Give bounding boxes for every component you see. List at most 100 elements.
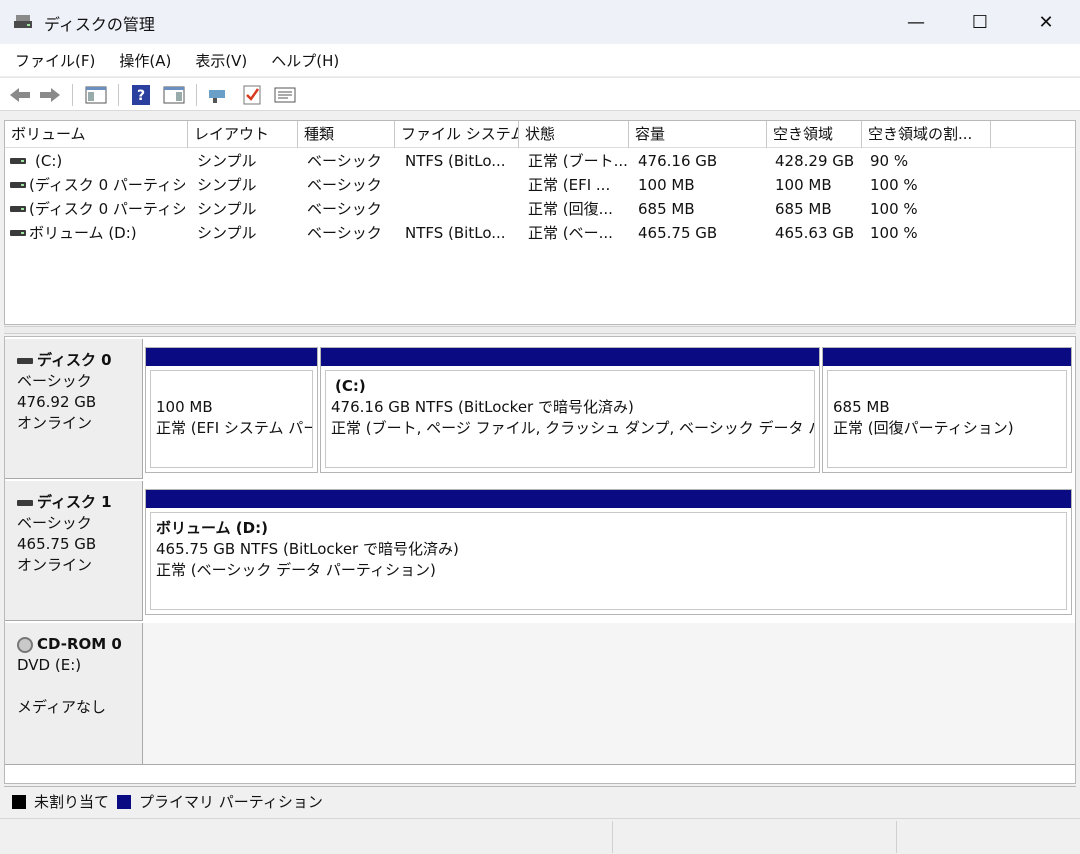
partition-title: (C:) (335, 377, 366, 395)
properties-icon[interactable] (273, 84, 297, 106)
pane-splitter[interactable] (4, 326, 1076, 334)
partition-c[interactable]: (C:) 476.16 GB NTFS (BitLocker で暗号化済み) 正… (320, 347, 820, 473)
volume-row-recovery[interactable]: (ディスク 0 パーティシ... シンプル ベーシック 正常 (回復... 68… (5, 197, 1075, 221)
show-action-pane-icon[interactable] (162, 84, 186, 106)
connect-icon[interactable] (206, 84, 230, 106)
volume-row-d[interactable]: ボリューム (D:) シンプル ベーシック NTFS (BitLo... 正常 … (5, 221, 1075, 245)
window-title: ディスクの管理 (44, 15, 155, 34)
column-status[interactable]: 状態 (519, 121, 629, 148)
partition-size: 465.75 GB NTFS (BitLocker で暗号化済み) (156, 540, 459, 558)
cdrom-0-row: CD-ROM 0 DVD (E:) メディアなし (5, 623, 1075, 765)
cell-free-percent: 100 % (870, 176, 918, 194)
disk-1-name: ディスク 1 (37, 493, 112, 511)
volume-icon (10, 182, 26, 188)
disk-1-label[interactable]: ディスク 1 ベーシック 465.75 GB オンライン (5, 481, 143, 621)
toolbar-separator (196, 84, 197, 106)
volume-icon (10, 230, 26, 236)
partition-header-primary (823, 348, 1071, 366)
partition-header-primary (146, 348, 317, 366)
volume-list[interactable]: ボリューム レイアウト 種類 ファイル システム 状態 容量 空き領域 空き領域… (4, 120, 1076, 325)
partition-header-primary (321, 348, 819, 366)
svg-text:?: ? (137, 88, 145, 104)
cell-volume: (ディスク 0 パーティシ... (29, 176, 185, 194)
cdrom-0-label[interactable]: CD-ROM 0 DVD (E:) メディアなし (5, 623, 143, 765)
back-arrow-icon[interactable] (8, 84, 32, 106)
disk-0-size: 476.92 GB (17, 393, 97, 411)
partition-efi-body: 100 MB 正常 (EFI システム パー (150, 370, 313, 468)
forward-arrow-icon[interactable] (38, 84, 62, 106)
cell-capacity: 476.16 GB (638, 152, 718, 170)
menu-bar: ファイル(F) 操作(A) 表示(V) ヘルプ(H) (0, 44, 1080, 76)
cell-filesystem: NTFS (BitLo... (405, 224, 506, 242)
column-type[interactable]: 種類 (298, 121, 395, 148)
partition-title (156, 376, 312, 397)
cell-free-percent: 100 % (870, 200, 918, 218)
cell-filesystem: NTFS (BitLo... (405, 152, 506, 170)
disk-0-label[interactable]: ディスク 0 ベーシック 476.92 GB オンライン (5, 339, 143, 479)
maximize-button[interactable]: ☐ (950, 0, 1010, 44)
disk-0-row: ディスク 0 ベーシック 476.92 GB オンライン 100 MB 正常 (… (5, 339, 1075, 479)
volume-row-c[interactable]: (C:) シンプル ベーシック NTFS (BitLo... 正常 (ブート..… (5, 149, 1075, 173)
legend-swatch-unallocated (12, 794, 26, 809)
cell-volume: (C:) (35, 152, 63, 170)
cell-status: 正常 (回復... (528, 200, 613, 218)
disk-0-type: ベーシック (17, 372, 92, 390)
partition-efi[interactable]: 100 MB 正常 (EFI システム パー (145, 347, 318, 473)
partition-header-primary (146, 490, 1071, 508)
status-bar-separator (896, 821, 897, 853)
cdrom-0-spacer (17, 676, 142, 697)
cdrom-0-status: メディアなし (17, 698, 106, 716)
close-icon: ✕ (1038, 11, 1054, 33)
menu-help[interactable]: ヘルプ(H) (271, 50, 339, 71)
cdrom-0-media-area (143, 623, 1075, 765)
toolbar: ? (0, 77, 1080, 111)
show-hide-tree-icon[interactable] (84, 84, 108, 106)
cell-status: 正常 (ブート... (528, 152, 628, 170)
menu-action[interactable]: 操作(A) (119, 50, 171, 71)
help-icon[interactable]: ? (129, 84, 153, 106)
partition-status: 正常 (ベーシック データ パーティション) (156, 561, 436, 579)
check-icon[interactable] (240, 84, 264, 106)
toolbar-separator (72, 84, 73, 106)
cell-free-percent: 100 % (870, 224, 918, 242)
column-volume[interactable]: ボリューム (5, 121, 188, 148)
cell-layout: シンプル (197, 152, 257, 170)
partition-status: 正常 (ブート, ページ ファイル, クラッシュ ダンプ, ベーシック データ … (331, 419, 814, 437)
column-free-space[interactable]: 空き領域 (767, 121, 862, 148)
cell-volume: (ディスク 0 パーティシ... (29, 200, 185, 218)
close-button[interactable]: ✕ (1016, 0, 1076, 44)
partition-status: 正常 (回復パーティション) (833, 419, 1014, 437)
status-bar-separator (612, 821, 613, 853)
minimize-button[interactable]: — (886, 0, 946, 44)
disk-1-row: ディスク 1 ベーシック 465.75 GB オンライン ボリューム (D:) … (5, 481, 1075, 621)
cdrom-0-type: DVD (E:) (17, 656, 82, 674)
column-layout[interactable]: レイアウト (188, 121, 298, 148)
volume-icon (10, 158, 26, 164)
partition-recovery-body: 685 MB 正常 (回復パーティション) (827, 370, 1067, 468)
cell-free-space: 465.63 GB (775, 224, 855, 242)
disk-graph-view: ディスク 0 ベーシック 476.92 GB オンライン 100 MB 正常 (… (4, 336, 1076, 784)
cell-layout: シンプル (197, 224, 257, 242)
volume-list-header: ボリューム レイアウト 種類 ファイル システム 状態 容量 空き領域 空き領域… (5, 121, 1075, 148)
cell-status: 正常 (EFI ... (528, 176, 611, 194)
cell-volume: ボリューム (D:) (29, 224, 137, 242)
volume-row-efi[interactable]: (ディスク 0 パーティシ... シンプル ベーシック 正常 (EFI ... … (5, 173, 1075, 197)
menu-view[interactable]: 表示(V) (195, 50, 247, 71)
cell-filesystem (405, 197, 517, 221)
partition-d[interactable]: ボリューム (D:) 465.75 GB NTFS (BitLocker で暗号… (145, 489, 1072, 615)
disk-icon (17, 357, 33, 364)
menu-file[interactable]: ファイル(F) (15, 50, 95, 71)
title-bar: ディスクの管理 — ☐ ✕ (0, 0, 1080, 44)
partition-size: 100 MB (156, 398, 213, 416)
column-filesystem[interactable]: ファイル システム (395, 121, 519, 148)
cell-type: ベーシック (307, 176, 382, 194)
column-free-percent[interactable]: 空き領域の割... (862, 121, 991, 148)
cell-layout: シンプル (197, 176, 257, 194)
legend-label-unallocated: 未割り当て (34, 793, 110, 811)
column-capacity[interactable]: 容量 (629, 121, 767, 148)
cell-type: ベーシック (307, 224, 382, 242)
partition-status: 正常 (EFI システム パー (156, 419, 312, 437)
partition-c-body: (C:) 476.16 GB NTFS (BitLocker で暗号化済み) 正… (325, 370, 815, 468)
partition-recovery[interactable]: 685 MB 正常 (回復パーティション) (822, 347, 1072, 473)
cd-rom-icon (17, 636, 33, 653)
